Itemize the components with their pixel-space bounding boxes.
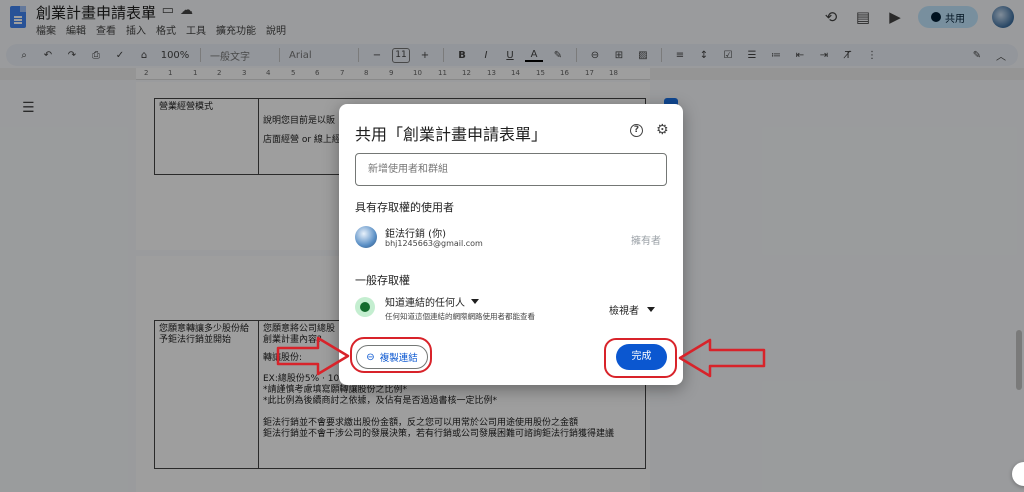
access-mode-label: 知道連結的任何人 — [385, 298, 465, 309]
general-access-heading: 一般存取權 — [355, 274, 410, 287]
annotation-arrow-right-icon — [276, 336, 350, 376]
chevron-down-icon — [647, 307, 655, 312]
annotation-ring-done — [604, 338, 677, 378]
help-icon[interactable]: ? — [630, 124, 643, 137]
gear-icon[interactable]: ⚙ — [656, 122, 669, 138]
access-description: 任何知道這個連結的網際網路使用者都能查看 — [385, 312, 535, 321]
chevron-down-icon — [471, 299, 479, 304]
annotation-ring-copy-link — [350, 337, 432, 373]
general-access-select[interactable]: 知道連結的任何人 — [385, 294, 479, 309]
role-label: 檢視者 — [609, 306, 639, 317]
user-avatar — [355, 226, 377, 248]
user-name: 鉅法行銷 (你) — [385, 229, 446, 240]
dialog-title: 共用「創業計畫申請表單」 — [355, 125, 548, 144]
owner-role-label: 擁有者 — [631, 236, 661, 247]
user-email: bhj1245663@gmail.com — [385, 239, 483, 248]
globe-icon — [355, 297, 375, 317]
add-people-input[interactable] — [355, 153, 667, 186]
role-select[interactable]: 檢視者 — [609, 302, 655, 317]
people-heading: 具有存取權的使用者 — [355, 201, 454, 214]
annotation-arrow-left-icon — [678, 338, 766, 378]
